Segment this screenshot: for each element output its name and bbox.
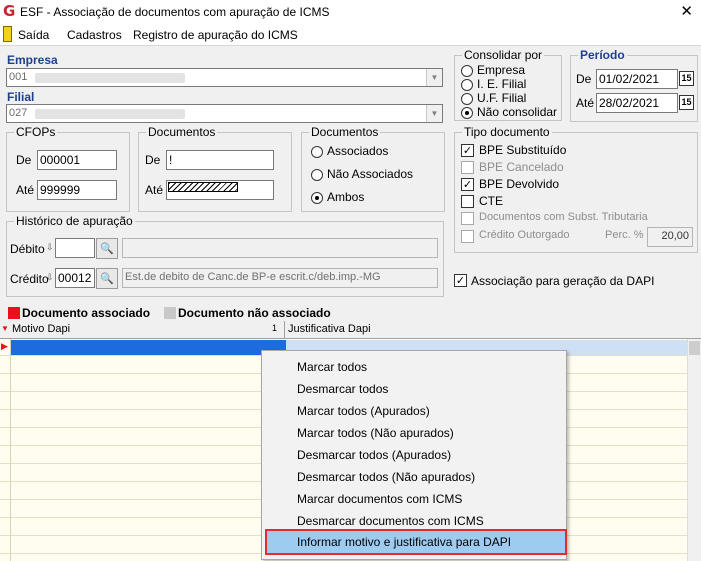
filial-label: Filial — [7, 90, 35, 104]
binoculars-search-icon: 🔍 — [96, 268, 118, 289]
column-divider — [284, 321, 285, 339]
menu-item-marcar-todos[interactable]: Marcar todos — [297, 360, 367, 374]
sort-marker-icon: ▼ — [1, 324, 9, 333]
column-justificativa-dapi[interactable]: Justificativa Dapi — [288, 323, 371, 335]
calendar-icon[interactable]: 15 — [679, 95, 694, 110]
app-logo-icon: G — [3, 2, 16, 20]
close-icon[interactable]: ✕ — [680, 2, 693, 20]
window-title: ESF - Associação de documentos com apura… — [20, 5, 330, 19]
menu-saida[interactable]: Saída — [18, 28, 49, 42]
arrow-down-icon: ⇩ — [46, 242, 54, 252]
periodo-de-input[interactable]: 01/02/2021 — [596, 69, 678, 89]
menu-item-desmarcar-nao-apurados[interactable]: Desmarcar todos (Não apurados) — [297, 470, 475, 484]
menu-item-informar-motivo-dapi[interactable]: Informar motivo e justificativa para DAP… — [297, 535, 511, 549]
indicator-column-divider — [10, 339, 11, 561]
checkbox-credito-outorgado — [461, 230, 474, 243]
calendar-icon[interactable]: 15 — [679, 71, 694, 86]
sort-badge: 1 — [272, 323, 278, 333]
credito-code-input[interactable]: 00012 — [55, 268, 95, 288]
menu-cadastros[interactable]: Cadastros — [67, 28, 122, 42]
checkbox-bpe-cancelado — [461, 161, 474, 174]
row-pointer-icon: ▶ — [1, 341, 8, 351]
radio-nao-consolidar[interactable] — [461, 107, 473, 119]
checkbox-bpe-substituido[interactable]: ✓ — [461, 144, 474, 157]
periodo-group: Período De 01/02/2021 15 Até 28/02/2021 … — [570, 48, 698, 122]
checkbox-associacao-dapi[interactable]: ✓ — [454, 274, 467, 287]
documento-ate-hatch-value — [168, 182, 238, 192]
historico-group: Histórico de apuração Débito ⇩ 🔍 Crédito… — [6, 214, 444, 297]
cfop-de-input[interactable]: 000001 — [37, 150, 117, 170]
legend-nao-associado-swatch — [164, 307, 176, 319]
scrollbar-thumb[interactable] — [689, 341, 700, 355]
legend-associado-swatch — [8, 307, 20, 319]
documentos-range-group: Documentos De ! Até — [138, 125, 292, 212]
radio-ie-filial[interactable] — [461, 79, 473, 91]
checkbox-subst-tributaria — [461, 212, 474, 225]
grid-header: ▼ Motivo Dapi 1 Justificativa Dapi — [0, 321, 701, 339]
consolidar-group: Consolidar por Empresa I. E. Filial U.F.… — [454, 48, 562, 121]
title-bar: G ESF - Associação de documentos com apu… — [0, 0, 701, 24]
menu-registro-apuracao[interactable]: Registro de apuração do ICMS — [133, 28, 298, 42]
legend-nao-associado-label: Documento não associado — [178, 306, 331, 320]
cfop-ate-input[interactable]: 999999 — [37, 180, 117, 200]
checkbox-cte[interactable] — [461, 195, 474, 208]
menu-bar: Saída Cadastros Registro de apuração do … — [0, 24, 701, 46]
documentos-filter-group: Documentos Associados Não Associados Amb… — [301, 125, 445, 212]
checkbox-bpe-devolvido[interactable]: ✓ — [461, 178, 474, 191]
documento-de-input[interactable]: ! — [166, 150, 274, 170]
debito-desc-field — [122, 238, 438, 258]
exit-door-icon[interactable] — [3, 26, 12, 42]
radio-empresa[interactable] — [461, 65, 473, 77]
associacao-dapi-label: Associação para geração da DAPI — [471, 274, 655, 288]
menu-item-marcar-nao-apurados[interactable]: Marcar todos (Não apurados) — [297, 426, 454, 440]
menu-item-desmarcar-todos[interactable]: Desmarcar todos — [297, 382, 388, 396]
menu-item-marcar-apurados[interactable]: Marcar todos (Apurados) — [297, 404, 430, 418]
filial-select[interactable]: 027 ▼ — [6, 104, 443, 123]
selected-cell[interactable] — [11, 340, 286, 355]
menu-item-desmarcar-apurados[interactable]: Desmarcar todos (Apurados) — [297, 448, 451, 462]
empresa-select[interactable]: 001 ▼ — [6, 68, 443, 87]
chevron-down-icon[interactable]: ▼ — [426, 105, 442, 122]
menu-item-marcar-icms[interactable]: Marcar documentos com ICMS — [297, 492, 462, 506]
credito-desc-field: Est.de debito de Canc.de BP-e escrit.c/d… — [122, 268, 438, 288]
arrow-down-icon: ⇩ — [46, 272, 54, 282]
tipo-documento-group: Tipo documento ✓ BPE Substituído BPE Can… — [454, 125, 698, 253]
empresa-label: Empresa — [7, 53, 58, 67]
periodo-ate-input[interactable]: 28/02/2021 — [596, 93, 678, 113]
chevron-down-icon[interactable]: ▼ — [426, 69, 442, 86]
radio-ambos[interactable] — [311, 192, 323, 204]
column-motivo-dapi[interactable]: Motivo Dapi — [12, 323, 70, 335]
binoculars-search-icon[interactable]: 🔍 — [96, 238, 118, 259]
menu-item-desmarcar-icms[interactable]: Desmarcar documentos com ICMS — [297, 514, 484, 528]
legend-associado-label: Documento associado — [22, 306, 151, 320]
redacted-text — [35, 73, 185, 83]
context-menu: Marcar todos Desmarcar todos Marcar todo… — [261, 350, 567, 560]
cfops-group: CFOPs De 000001 Até 999999 — [6, 125, 130, 212]
perc-input: 20,00 — [647, 227, 693, 247]
vertical-scrollbar[interactable] — [687, 339, 701, 561]
radio-associados[interactable] — [311, 146, 323, 158]
radio-uf-filial[interactable] — [461, 93, 473, 105]
debito-code-input[interactable] — [55, 238, 95, 258]
radio-nao-associados[interactable] — [311, 169, 323, 181]
redacted-text — [35, 109, 185, 119]
